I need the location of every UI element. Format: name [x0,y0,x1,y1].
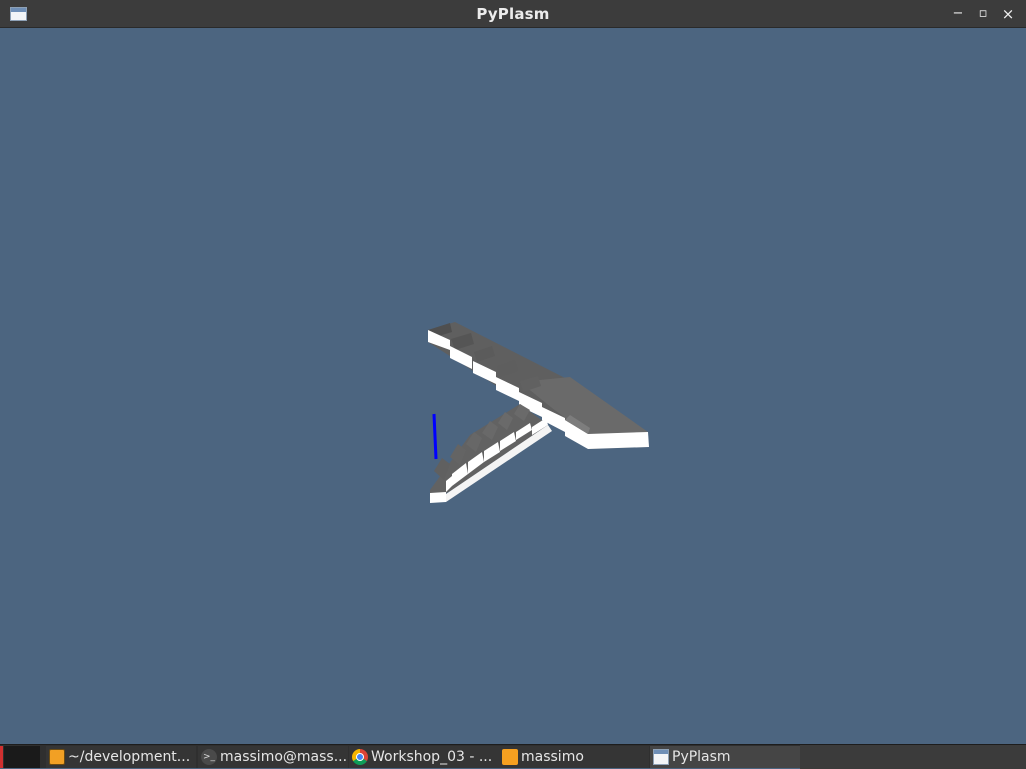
task-files[interactable]: massimo [499,746,649,768]
chrome-icon [352,749,368,765]
taskbar: ~/development... >_ massimo@mass... Work… [0,744,1026,769]
menu-button[interactable] [0,746,3,768]
lower-flight [430,404,552,503]
axis-marker [432,413,438,460]
terminal-icon: >_ [201,749,217,765]
pyplasm-window: PyPlasm − ▫ × [0,0,1026,744]
task-terminal[interactable]: >_ massimo@mass... [198,746,348,768]
landing-front [588,432,649,449]
minimize-button[interactable]: − [948,4,968,24]
bottom-step-front [430,492,446,503]
task-label: Workshop_03 - ... [371,749,493,765]
task-label: ~/development... [68,749,191,765]
maximize-button[interactable]: ▫ [973,4,993,24]
task-label: PyPlasm [672,749,731,765]
task-label: massimo@mass... [220,749,348,765]
task-label: massimo [521,749,584,765]
window-title: PyPlasm [476,5,550,23]
window-icon [653,749,669,765]
task-chrome[interactable]: Workshop_03 - ... [349,746,499,768]
3d-viewport[interactable] [0,28,1026,744]
close-button[interactable]: × [998,4,1018,24]
task-sublime[interactable]: ~/development... [46,746,196,768]
folder-icon [502,749,518,765]
title-bar[interactable]: PyPlasm − ▫ × [0,0,1026,28]
task-pyplasm[interactable]: PyPlasm [650,746,800,768]
workspace-switcher[interactable] [4,746,40,768]
staircase-model [428,322,649,503]
sublime-text-icon [49,749,65,765]
